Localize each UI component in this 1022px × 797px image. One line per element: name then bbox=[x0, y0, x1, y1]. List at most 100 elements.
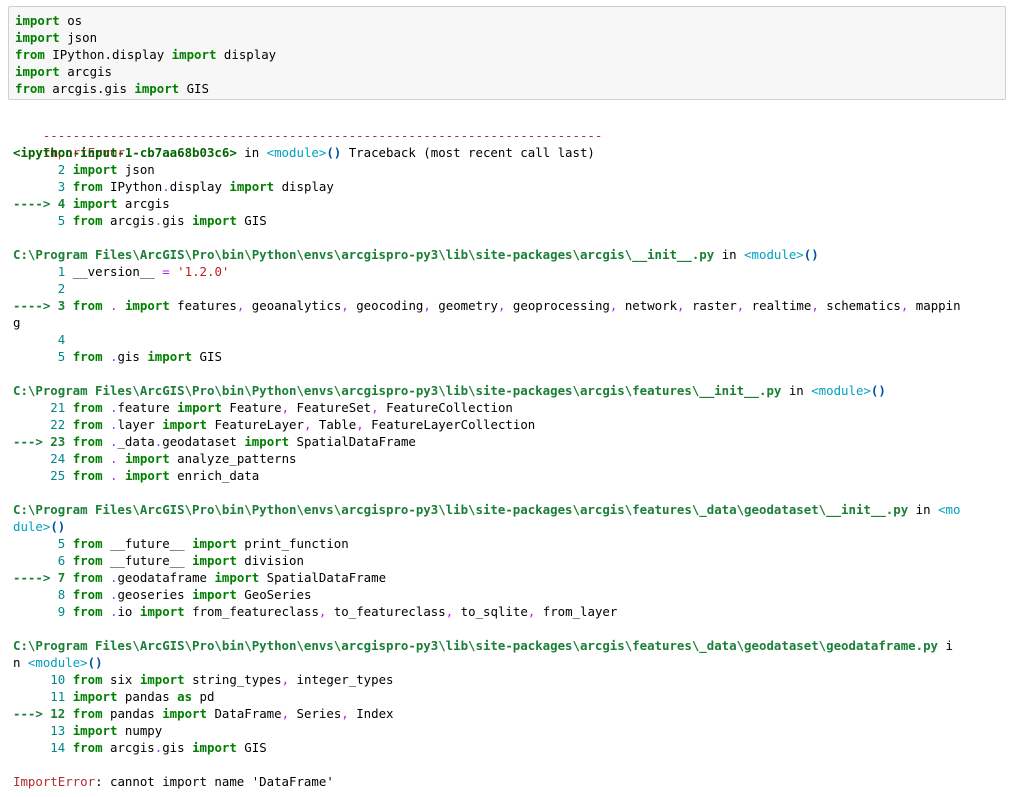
code-text: integer_types bbox=[289, 672, 394, 687]
code-text: analyze_patterns bbox=[169, 451, 297, 466]
code-text: layer bbox=[117, 417, 163, 432]
code-text: SpatialDataFrame bbox=[259, 570, 387, 585]
traceback-code-line: 25 from . import enrich_data bbox=[13, 467, 1014, 484]
error-arrow-line-number: ----> 3 bbox=[13, 298, 73, 313]
code-text: in bbox=[908, 502, 939, 517]
code-text: os bbox=[59, 13, 83, 28]
code-text: print_function bbox=[236, 536, 349, 551]
traceback-frames: <ipython-input-1-cb7aa68b03c6> in <modul… bbox=[13, 144, 1014, 773]
code-text: GIS bbox=[236, 740, 267, 755]
file-path[interactable]: C:\Program Files\ArcGIS\Pro\bin\Python\e… bbox=[13, 502, 908, 517]
code-text: raster bbox=[684, 298, 737, 313]
traceback-code-line: 5 from arcgis.gis import GIS bbox=[13, 212, 1014, 229]
traceback-code-line: ----> 7 from .geodataframe import Spatia… bbox=[13, 569, 1014, 586]
line-number: 5 bbox=[13, 536, 73, 551]
code-text: json bbox=[117, 162, 155, 177]
keyword: import bbox=[192, 536, 237, 551]
operator: , bbox=[341, 298, 349, 313]
line-number: 2 bbox=[13, 162, 73, 177]
code-text: FeatureLayer bbox=[207, 417, 304, 432]
keyword: from bbox=[72, 179, 103, 194]
code-text: : cannot import name 'DataFrame' bbox=[95, 774, 334, 789]
code-text: io bbox=[117, 604, 140, 619]
keyword: import bbox=[72, 689, 118, 704]
code-text: geometry bbox=[430, 298, 498, 313]
keyword: from bbox=[72, 468, 103, 483]
code-text: gis bbox=[162, 213, 193, 228]
operator: , bbox=[281, 400, 290, 415]
code-text: __future__ bbox=[102, 553, 193, 568]
code-text: arcgis bbox=[102, 213, 155, 228]
line-number: 6 bbox=[13, 553, 73, 568]
line-number: 13 bbox=[13, 723, 73, 738]
final-error-message: ImportError: cannot import name 'DataFra… bbox=[13, 773, 1014, 790]
keyword: from bbox=[72, 417, 103, 432]
code-text: numpy bbox=[117, 723, 163, 738]
traceback-code-line: 11 import pandas as pd bbox=[13, 688, 1014, 705]
code-text: n bbox=[13, 655, 28, 670]
file-path[interactable]: C:\Program Files\ArcGIS\Pro\bin\Python\e… bbox=[13, 383, 781, 398]
code-text: geoanalytics bbox=[244, 298, 342, 313]
traceback-code-line: 4 bbox=[13, 331, 1014, 348]
keyword: import bbox=[177, 400, 222, 415]
traceback-code-line: 8 from .geoseries import GeoSeries bbox=[13, 586, 1014, 603]
module-name: <module> bbox=[27, 655, 88, 670]
code-text: to_sqlite bbox=[453, 604, 528, 619]
line-number: 8 bbox=[13, 587, 73, 602]
keyword: import bbox=[214, 570, 260, 585]
code-text: GIS bbox=[179, 81, 209, 96]
code-text: i bbox=[938, 638, 953, 653]
traceback-frame-location: C:\Program Files\ArcGIS\Pro\bin\Python\e… bbox=[13, 246, 1014, 263]
keyword: import bbox=[192, 213, 237, 228]
line-number: 5 bbox=[13, 349, 73, 364]
code-text: in bbox=[714, 247, 745, 262]
error-arrow-line-number: ----> 4 bbox=[13, 196, 73, 211]
code-text: __future__ bbox=[102, 536, 193, 551]
traceback-frame-location: C:\Program Files\ArcGIS\Pro\bin\Python\e… bbox=[13, 637, 1014, 654]
code-text: SpatialDataFrame bbox=[289, 434, 416, 449]
code-text: FeatureLayerCollection bbox=[363, 417, 536, 432]
keyword: from bbox=[72, 740, 103, 755]
traceback-code-line: 21 from .feature import Feature, Feature… bbox=[13, 399, 1014, 416]
traceback-code-line: ---> 23 from ._data.geodataset import Sp… bbox=[13, 433, 1014, 450]
code-text: schematics bbox=[818, 298, 901, 313]
line-number: 14 bbox=[13, 740, 73, 755]
code-text: geocoding bbox=[348, 298, 424, 313]
code-text: features bbox=[169, 298, 237, 313]
code-line: from IPython.display import display bbox=[15, 46, 1005, 63]
keyword: import bbox=[134, 81, 180, 96]
separator-line: ----------------------------------------… bbox=[42, 128, 603, 143]
code-text: GeoSeries bbox=[236, 587, 312, 602]
code-text: g bbox=[13, 315, 21, 330]
traceback-location[interactable]: <ipython-input-1-cb7aa68b03c6> bbox=[13, 145, 237, 160]
error-arrow-line-number: ---> 23 bbox=[13, 434, 73, 449]
line-number: 24 bbox=[13, 451, 73, 466]
file-path[interactable]: C:\Program Files\ArcGIS\Pro\bin\Python\e… bbox=[13, 638, 938, 653]
code-text: geoprocessing bbox=[505, 298, 610, 313]
code-text: gis bbox=[117, 349, 148, 364]
file-path[interactable]: C:\Program Files\ArcGIS\Pro\bin\Python\e… bbox=[13, 247, 714, 262]
traceback-code-line: 9 from .io import from_featureclass, to_… bbox=[13, 603, 1014, 620]
code-text: in bbox=[781, 383, 812, 398]
module-name: <module> bbox=[744, 247, 804, 262]
keyword: from bbox=[15, 47, 45, 62]
paren: () bbox=[326, 145, 342, 160]
traceback-code-line: 10 from six import string_types, integer… bbox=[13, 671, 1014, 688]
code-text: realtime bbox=[744, 298, 812, 313]
operator: , bbox=[341, 706, 349, 721]
code-text: geoseries bbox=[117, 587, 193, 602]
error-arrow-line-number: ----> 7 bbox=[13, 570, 73, 585]
code-input-cell[interactable]: import os import json from IPython.display… bbox=[8, 6, 1006, 100]
keyword: import bbox=[139, 672, 185, 687]
traceback-code-line: 24 from . import analyze_patterns bbox=[13, 450, 1014, 467]
keyword: import bbox=[15, 64, 60, 79]
